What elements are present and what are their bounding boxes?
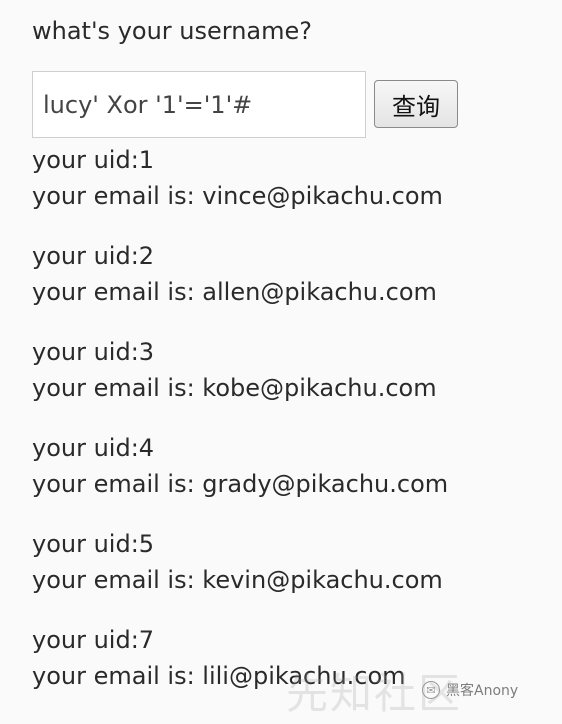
email-line: your email is: allen@pikachu.com (32, 278, 437, 306)
result-item-uid-7: your uid:7 your email is: lili@pikachu.c… (32, 622, 552, 718)
uid-line: your uid:4 (32, 434, 155, 462)
uid-line: your uid:3 (32, 338, 155, 366)
username-question: what's your username? (32, 17, 313, 45)
uid-line: your uid:1 (32, 146, 155, 174)
uid-line: your uid:5 (32, 530, 155, 558)
email-line: your email is: kobe@pikachu.com (32, 374, 437, 402)
uid-line: your uid:2 (32, 242, 155, 270)
results-list: your uid:1 your email is: vince@pikachu.… (32, 142, 552, 718)
query-button[interactable]: 查询 (374, 80, 458, 128)
result-item-uid-2: your uid:2 your email is: allen@pikachu.… (32, 238, 552, 334)
email-line: your email is: lili@pikachu.com (32, 662, 406, 690)
result-item-uid-4: your uid:4 your email is: grady@pikachu.… (32, 430, 552, 526)
email-line: your email is: vince@pikachu.com (32, 182, 443, 210)
result-item-uid-1: your uid:1 your email is: vince@pikachu.… (32, 142, 552, 238)
result-item-uid-5: your uid:5 your email is: kevin@pikachu.… (32, 526, 552, 622)
uid-line: your uid:7 (32, 626, 155, 654)
result-item-uid-3: your uid:3 your email is: kobe@pikachu.c… (32, 334, 552, 430)
search-form: 查询 (32, 71, 458, 138)
username-input[interactable] (32, 71, 366, 138)
email-line: your email is: grady@pikachu.com (32, 470, 449, 498)
email-line: your email is: kevin@pikachu.com (32, 566, 443, 594)
